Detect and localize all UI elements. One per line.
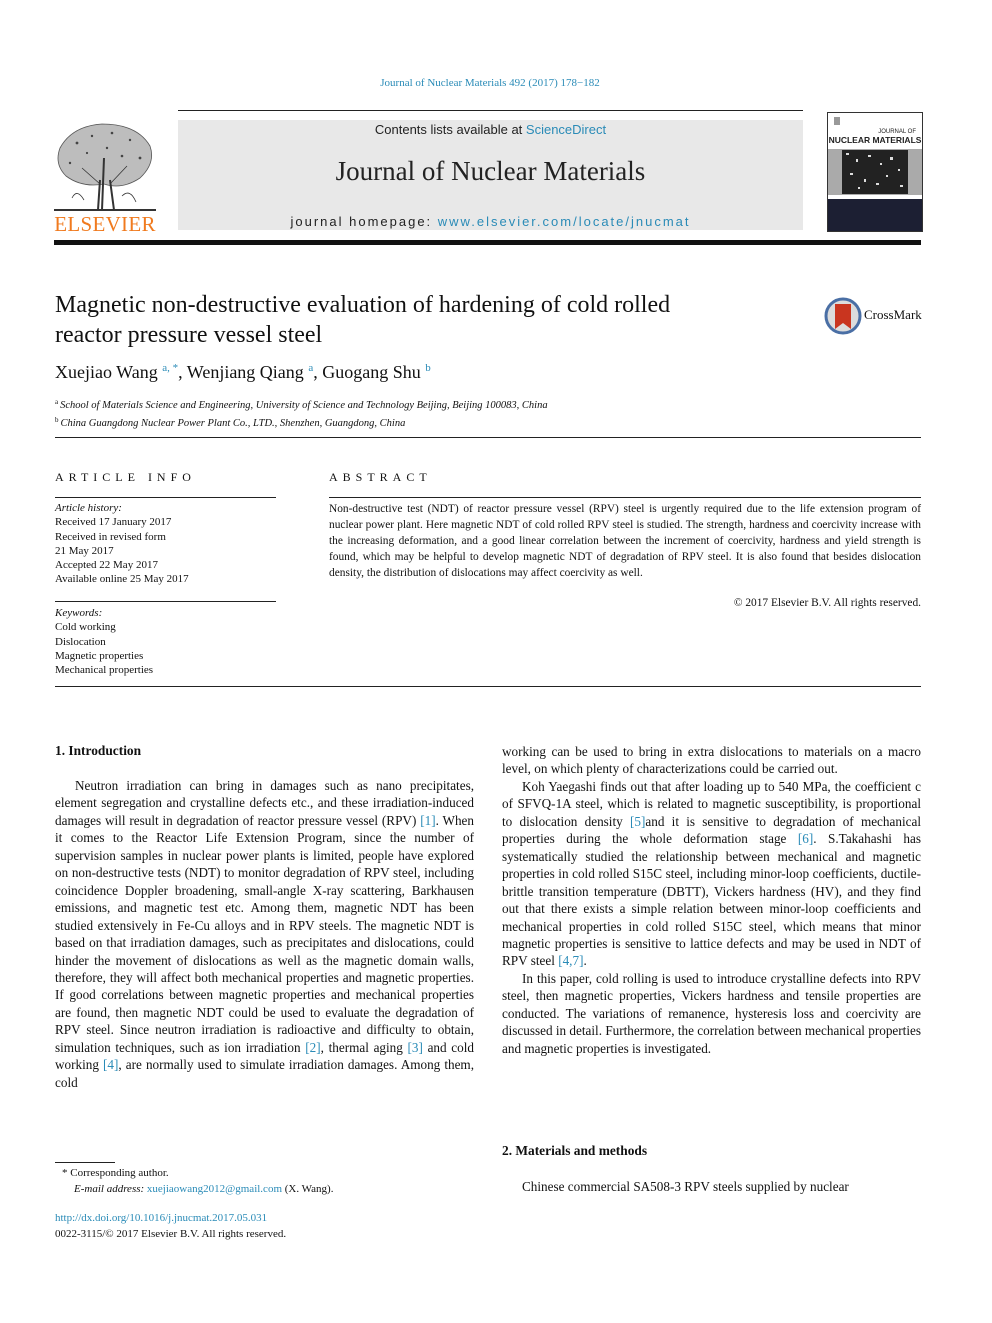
author-list: Xuejiao Wang a, *, Wenjiang Qiang a, Guo… — [55, 362, 431, 382]
footnote: * Corresponding author. E-mail address: … — [62, 1166, 333, 1197]
header-rule-bottom — [54, 240, 921, 245]
homepage-prefix: journal homepage: — [290, 214, 438, 229]
crossmark-label: CrossMark — [864, 307, 922, 322]
article-info-rule — [55, 497, 276, 498]
history-item: 21 May 2017 — [55, 544, 114, 557]
paper-title: Magnetic non-destructive evaluation of h… — [55, 290, 795, 350]
citation-link[interactable]: [1] — [420, 813, 435, 828]
affiliation-mark: b — [55, 416, 59, 424]
header-rule-top — [178, 110, 803, 111]
homepage-line: journal homepage: www.elsevier.com/locat… — [178, 214, 803, 229]
journal-header-box: Contents lists available at ScienceDirec… — [178, 120, 803, 230]
author-name[interactable]: Wenjiang Qiang — [187, 362, 304, 382]
doi-block: http://dx.doi.org/10.1016/j.jnucmat.2017… — [55, 1211, 286, 1242]
email-label: E-mail address: — [74, 1182, 147, 1195]
history-item: Received in revised form — [55, 530, 166, 543]
author-name[interactable]: Guogang Shu — [322, 362, 421, 382]
history-item: Received 17 January 2017 — [55, 516, 172, 529]
author-affiliation-mark[interactable]: a, * — [162, 362, 178, 374]
intro-paragraph-3: In this paper, cold rolling is used to i… — [502, 970, 921, 1056]
citation-link[interactable]: [2] — [305, 1040, 320, 1055]
homepage-link[interactable]: www.elsevier.com/locate/jnucmat — [438, 214, 691, 229]
history-item: Available online 25 May 2017 — [55, 573, 189, 586]
keyword-item: Mechanical properties — [55, 664, 154, 677]
affiliations: a School of Materials Science and Enginee… — [55, 395, 548, 431]
abstract-heading: ABSTRACT — [329, 470, 432, 484]
footnote-rule — [55, 1162, 115, 1163]
contents-prefix: Contents lists available at — [374, 122, 526, 137]
front-matter-divider — [55, 686, 921, 687]
section-heading-materials-methods: 2. Materials and methods — [502, 1143, 648, 1158]
article-history: Article history: Received 17 January 201… — [55, 501, 189, 587]
journal-title: Journal of Nuclear Materials — [335, 156, 646, 186]
citation-link[interactable]: [4] — [103, 1057, 118, 1072]
methods-column: Chinese commercial SA508-3 RPV steels su… — [502, 1178, 921, 1195]
crossmark-button[interactable]: CrossMark — [824, 296, 924, 336]
affiliation-mark: a — [55, 398, 59, 406]
running-head[interactable]: Journal of Nuclear Materials 492 (2017) … — [0, 77, 980, 89]
keywords-label: Keywords: — [55, 607, 103, 619]
author-affiliation-mark[interactable]: a — [308, 362, 313, 374]
article-info-heading: ARTICLE INFO — [55, 470, 196, 484]
journal-cover-thumbnail[interactable]: JOURNAL OF NUCLEAR MATERIALS — [827, 112, 923, 232]
journal-cover-icon: JOURNAL OF NUCLEAR MATERIALS — [828, 113, 922, 231]
issn-line: 0022-3115/© 2017 Elsevier B.V. All right… — [55, 1227, 287, 1240]
abstract-copyright: © 2017 Elsevier B.V. All rights reserved… — [733, 597, 921, 609]
affiliation-item: a School of Materials Science and Enginee… — [55, 395, 548, 413]
publisher-logo-text: ELSEVIER — [54, 212, 156, 236]
article-history-label: Article history: — [55, 502, 122, 514]
title-divider — [55, 437, 921, 438]
keyword-item: Magnetic properties — [55, 649, 144, 662]
affiliation-item: b China Guangdong Nuclear Power Plant Co.… — [55, 413, 548, 431]
keyword-item: Dislocation — [55, 635, 106, 648]
keywords-rule — [55, 601, 276, 602]
author-affiliation-mark[interactable]: b — [425, 362, 431, 374]
intro-paragraph-1-continued: working can be used to bring in extra di… — [502, 744, 921, 777]
email-suffix: (X. Wang). — [282, 1182, 334, 1195]
sciencedirect-link[interactable]: ScienceDirect — [526, 122, 606, 137]
intro-paragraph-1: Neutron irradiation can bring in damages… — [55, 778, 474, 1090]
affiliation-text: School of Materials Science and Engineer… — [60, 400, 548, 411]
paper-title-line1: Magnetic non-destructive evaluation of h… — [55, 292, 671, 318]
section-heading-introduction: 1. Introduction — [55, 743, 142, 758]
body-column-left: Neutron irradiation can bring in damages… — [55, 777, 474, 1091]
email-link[interactable]: xuejiaowang2012@gmail.com — [147, 1183, 282, 1195]
corresponding-author-note: * Corresponding author. — [62, 1167, 169, 1179]
citation-link[interactable]: [4,7] — [558, 953, 583, 968]
keyword-item: Cold working — [55, 621, 116, 634]
citation-link[interactable]: [3] — [408, 1040, 423, 1055]
abstract-text: Non-destructive test (NDT) of reactor pr… — [329, 503, 921, 579]
email-line: E-mail address: xuejiaowang2012@gmail.co… — [62, 1182, 333, 1198]
methods-paragraph-1: Chinese commercial SA508-3 RPV steels su… — [522, 1179, 849, 1194]
intro-paragraph-2: Koh Yaegashi finds out that after loadin… — [502, 778, 922, 969]
contents-line: Contents lists available at ScienceDirec… — [178, 122, 803, 137]
body-column-right: working can be used to bring in extra di… — [502, 743, 921, 1057]
affiliation-text: China Guangdong Nuclear Power Plant Co.,… — [60, 418, 406, 429]
abstract-rule — [329, 497, 921, 498]
keywords: Keywords: Cold working Dislocation Magne… — [55, 606, 153, 677]
author-name[interactable]: Xuejiao Wang — [55, 362, 158, 382]
paper-title-line2: reactor pressure vessel steel — [55, 322, 323, 348]
history-item: Accepted 22 May 2017 — [55, 559, 158, 572]
crossmark-icon — [824, 297, 862, 335]
citation-link[interactable]: [6] — [798, 831, 813, 846]
cover-title-main: NUCLEAR MATERIALS — [829, 135, 922, 145]
doi-link[interactable]: http://dx.doi.org/10.1016/j.jnucmat.2017… — [55, 1211, 286, 1227]
citation-link[interactable]: [5] — [630, 814, 645, 829]
